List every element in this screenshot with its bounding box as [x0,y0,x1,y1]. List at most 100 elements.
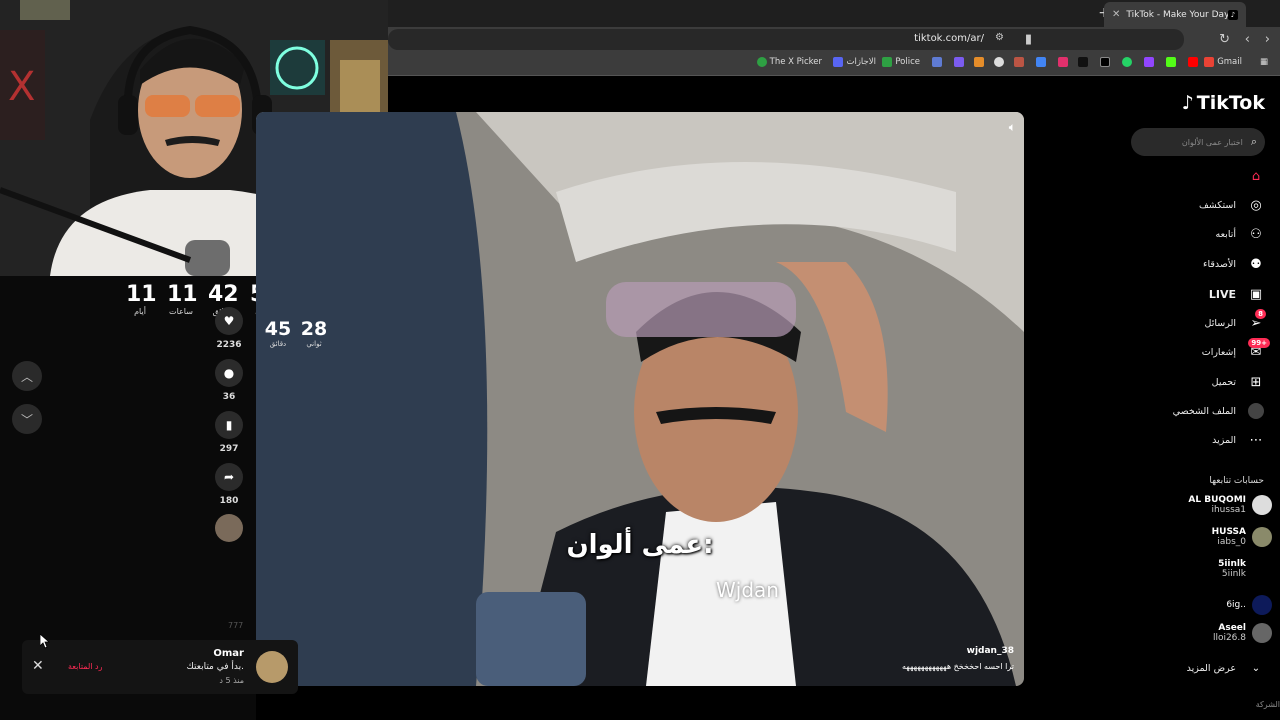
nav-friends[interactable]: الأصدقاء ⚉ [1203,256,1264,272]
search-input[interactable]: اختبار عمى الألوان ⌕ [1131,128,1265,156]
bookmark-icon: ▮ [225,418,233,432]
back-icon[interactable]: ‹ [1245,32,1250,47]
account-display-name: Aseel [1218,623,1246,633]
tiktok-logo[interactable]: ♪ TikTok [1182,92,1265,114]
author-avatar[interactable] [215,514,243,542]
countdown-label: دقائق [269,340,287,348]
share-button[interactable]: ➦ [215,463,243,491]
previous-video-button[interactable]: ︿ [12,361,42,391]
see-more-button[interactable]: عرض المزيد ⌄ [1187,660,1264,676]
bookmark-whatsapp-icon[interactable] [1122,57,1132,67]
account-display-name: 6ig.. [1226,600,1246,610]
bookmark-site-icon[interactable] [1014,57,1024,67]
nav-upload[interactable]: تحميل ⊞ [1212,374,1264,390]
police-icon [882,57,893,67]
bookmark-x-icon[interactable] [1100,57,1110,67]
nav-label: الملف الشخصي [1172,405,1236,417]
video-author[interactable]: wjdan_38 [967,646,1014,656]
nav-label: استكشف [1198,199,1236,211]
search-icon[interactable]: ⌕ [1251,135,1257,149]
nav-label: إشعارات [1201,346,1236,358]
bookmark-police[interactable]: Police [882,57,920,67]
countdown-hours: 11 ساعات [167,282,198,316]
footer-company-link[interactable]: الشركة [1256,700,1280,709]
bookmark-tiktok-icon[interactable] [1078,57,1088,67]
countdown-secondary-minutes: 45 دقائق [264,318,292,348]
bookmark-x-picker[interactable]: The X Picker [756,57,822,67]
following-account[interactable]: HUSSA iabs_0 [1212,527,1272,547]
countdown-days: 11 أيام [126,282,157,316]
browser-tab[interactable]: ✕ TikTok - Make Your Day ♪ [1104,2,1246,27]
forward-icon[interactable]: › [1265,32,1270,47]
bookmark-github-icon[interactable] [994,57,1004,67]
tab-title: TikTok - Make Your Day [1126,9,1230,20]
url-box[interactable] [388,29,1184,50]
share-count: 180 [219,496,239,506]
bookmark-k-icon[interactable] [1166,57,1176,67]
home-icon: ⌂ [1251,168,1261,184]
following-account[interactable]: 6ig.. [1226,595,1272,615]
account-username: lloi26.8 [1212,633,1246,643]
bookmark-twitch-icon[interactable] [1144,57,1154,67]
account-display-name: AL BUQOMI [1188,495,1246,505]
more-icon: ⋯ [1249,432,1263,448]
reload-icon[interactable]: ↻ [1219,32,1230,47]
bookmark-loop-icon[interactable] [932,57,942,67]
volume-icon[interactable]: 🔈︎ [1009,120,1016,135]
save-button[interactable]: ▮ [215,411,243,439]
nav-label: الأصدقاء [1202,258,1236,270]
next-video-button[interactable]: ﹀ [12,404,42,434]
countdown-secondary-seconds: 28 ثواني [300,318,328,348]
notification-name: Omar [213,648,244,659]
search-placeholder: اختبار عمى الألوان [1181,137,1243,147]
follow-notification[interactable]: ✕ رد المتابعة Omar بدأ في متابعتك. منذ 5… [22,640,298,694]
bookmark-holidays[interactable]: الاجازات [833,57,876,67]
svg-text:X: X [8,64,35,110]
compass-icon: ◎ [1250,197,1262,213]
bookmark-icon[interactable]: ▮ [1025,32,1032,47]
url-text[interactable]: tiktok.com/ar/ [914,33,984,44]
profile-icon [1248,403,1264,419]
nav-label: تحميل [1211,376,1236,388]
countdown-label: ثواني [306,340,322,348]
bookmark-s-icon[interactable] [954,57,964,67]
nav-home[interactable]: ⌂ [1236,168,1264,184]
bookmark-orange-icon[interactable] [974,57,984,67]
countdown-value: 11 [167,282,198,307]
avatar [256,651,288,683]
comment-button[interactable]: ● [215,359,243,387]
countdown-value: 42 [208,282,239,307]
follow-back-button[interactable]: رد المتابعة [68,662,102,671]
nav-messages[interactable]: الرسائل ➢ 8 [1205,309,1266,331]
video-player[interactable]: 🔈︎ عمى ألوان: Wjdan wjdan_38 ترا احسه اح… [256,112,1024,686]
following-account[interactable]: 5iinlk 5iinlk [1218,559,1272,579]
like-button[interactable]: ♥ [215,307,243,335]
tab-close-icon[interactable]: ✕ [1112,9,1120,20]
apps-icon[interactable]: ▦ [1260,57,1268,67]
bookmark-instagram-icon[interactable] [1058,57,1068,67]
avatar [1252,495,1272,515]
avatar [1252,559,1272,579]
following-account[interactable]: Aseel lloi26.8 [1213,623,1272,643]
nav-more[interactable]: المزيد ⋯ [1212,432,1264,448]
following-account[interactable]: AL BUQOMI ihussa1 [1188,495,1272,515]
tiktok-favicon-icon: ♪ [1228,9,1238,20]
bookmark-gmail[interactable]: Gmail [1204,57,1242,67]
nav-inbox[interactable]: إشعارات ✉ 99+ [1201,338,1270,360]
video-frame [256,112,1024,686]
video-description: ترا احسه احخخخخ ههههههههههههه [902,662,1014,671]
nav-live[interactable]: LIVE ▣ [1209,286,1264,302]
bookmark-translate-icon[interactable] [1036,57,1046,67]
countdown-label: أيام [134,307,146,316]
account-username: iabs_0 [1217,537,1246,547]
notification-time: منذ 5 د [219,676,244,685]
mouse-cursor-icon [40,634,50,649]
nav-label: المزيد [1212,434,1236,446]
bookmark-youtube-icon[interactable] [1188,57,1198,67]
close-icon[interactable]: ✕ [32,658,44,674]
nav-explore[interactable]: استكشف ◎ [1199,197,1264,213]
tiktok-note-icon: ♪ [1181,92,1194,114]
site-settings-icon[interactable]: ⚙ [995,32,1004,43]
nav-profile[interactable]: الملف الشخصي [1173,403,1264,419]
nav-following[interactable]: أتابعه ⚇ [1216,226,1265,242]
